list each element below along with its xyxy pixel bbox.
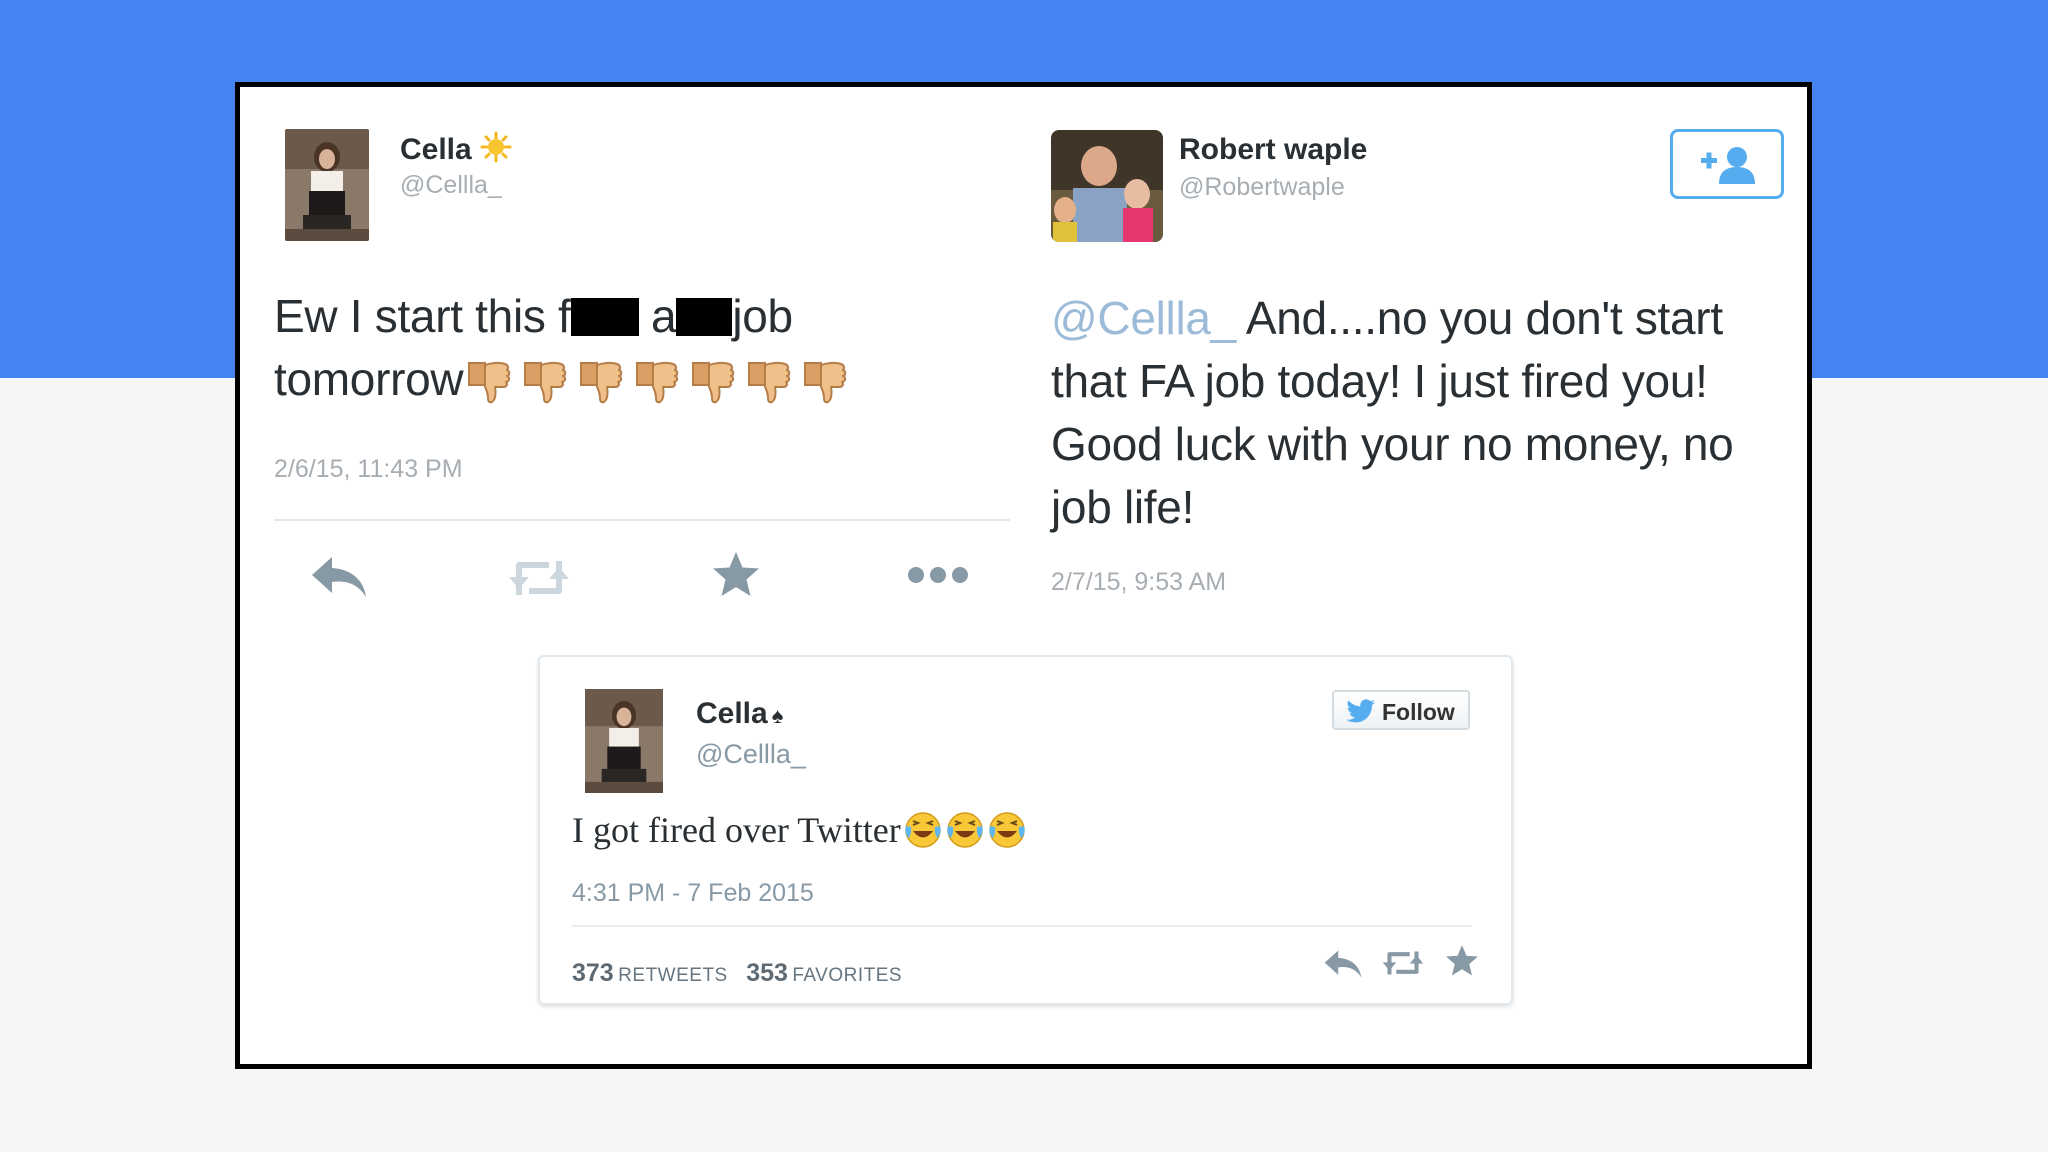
cella-handle[interactable]: @Cellla_ — [400, 171, 502, 200]
thumbs-down-icon — [687, 357, 737, 423]
favorites-count[interactable]: 353 — [746, 959, 788, 987]
redacted-word — [570, 298, 639, 336]
tweet-text-part: a — [651, 290, 677, 342]
more-icon[interactable] — [906, 565, 970, 590]
thumbs-down-icon — [463, 357, 513, 423]
robert-handle[interactable]: @Robertwaple — [1179, 173, 1345, 202]
thumbs-down-emoji-row — [463, 353, 855, 405]
embedded-tweet-card: Cella ♠ @Cellla_ Follow I got fired over … — [538, 655, 1513, 1005]
tweet-text-part: job — [732, 290, 793, 342]
cella-avatar[interactable] — [285, 129, 369, 241]
reply-icon[interactable] — [308, 553, 370, 606]
twitter-bird-icon — [1346, 699, 1376, 728]
favorite-icon[interactable] — [1444, 943, 1480, 984]
robert-display-name[interactable]: Robert waple — [1179, 133, 1367, 167]
reply-line-2: that FA job today! I just fired you! — [1051, 355, 1708, 407]
thumbs-down-icon — [799, 357, 849, 423]
display-name-text: Cella — [696, 697, 768, 730]
embed-text-part: I got fired over Twitter — [572, 810, 901, 850]
retweet-icon[interactable] — [505, 555, 573, 606]
reply-line-1: @Cellla_ And....no you don't start — [1051, 287, 1791, 350]
cella-avatar[interactable] — [584, 689, 664, 793]
tweet-text-part: Ew I start this f — [274, 290, 571, 342]
reply-text-part: And....no you don't start — [1235, 292, 1723, 344]
thumbs-down-icon — [519, 357, 569, 423]
embed-handle[interactable]: @Cellla_ — [696, 739, 806, 770]
tweet-text: Ew I start this f a job tomorrow — [274, 285, 1014, 423]
add-user-icon — [1699, 144, 1759, 191]
robert-avatar[interactable] — [1051, 130, 1163, 242]
retweet-icon[interactable] — [1380, 947, 1426, 984]
spade-icon: ♠ — [771, 703, 784, 728]
favorites-label: Favorites — [792, 965, 903, 986]
reply-line-4: job life! — [1051, 481, 1195, 533]
tweet-timestamp[interactable]: 2/6/15, 11:43 PM — [274, 455, 463, 484]
reply-icon[interactable] — [1322, 947, 1364, 986]
thumbs-down-icon — [631, 357, 681, 423]
thumbs-down-icon — [575, 357, 625, 423]
mention-link[interactable]: @Cellla_ — [1051, 292, 1236, 344]
tweet-text-part: tomorrow — [274, 353, 464, 405]
follow-label: Follow — [1382, 699, 1455, 725]
retweets-count[interactable]: 373 — [572, 959, 614, 987]
display-name-text: Cella — [400, 133, 472, 166]
sun-icon — [480, 131, 512, 171]
follow-button[interactable]: Follow — [1332, 690, 1470, 730]
laughing-emoji-icon — [945, 810, 985, 859]
reply-tweet-text: @Cellla_ And....no you don't start that … — [1051, 287, 1791, 539]
laughing-emoji-icon — [903, 810, 943, 859]
tweet-line-1: Ew I start this f a job — [274, 285, 1014, 348]
embed-tweet-text: I got fired over Twitter — [572, 809, 1027, 859]
tweet-line-2: tomorrow — [274, 348, 1014, 423]
screenshot-frame: Cella @Cellla_ Ew I start this f a job to… — [235, 82, 1812, 1069]
reply-line-3: Good luck with your no money, no — [1051, 418, 1734, 470]
embed-timestamp[interactable]: 4:31 PM - 7 Feb 2015 — [572, 879, 814, 908]
laughing-emoji-row — [901, 810, 1027, 850]
embed-display-name[interactable]: Cella ♠ — [696, 697, 783, 731]
cella-display-name[interactable]: Cella — [400, 131, 512, 171]
thumbs-down-icon — [743, 357, 793, 423]
retweets-label: Retweets — [618, 965, 728, 986]
laughing-emoji-icon — [987, 810, 1027, 859]
redacted-word — [676, 298, 733, 336]
divider-line — [274, 519, 1010, 521]
favorite-icon[interactable] — [710, 549, 762, 606]
reply-timestamp[interactable]: 2/7/15, 9:53 AM — [1051, 568, 1226, 597]
follow-button[interactable] — [1670, 129, 1784, 199]
divider-line — [572, 925, 1472, 927]
engagement-stats: 373 Retweets 353 Favorites — [572, 959, 916, 988]
